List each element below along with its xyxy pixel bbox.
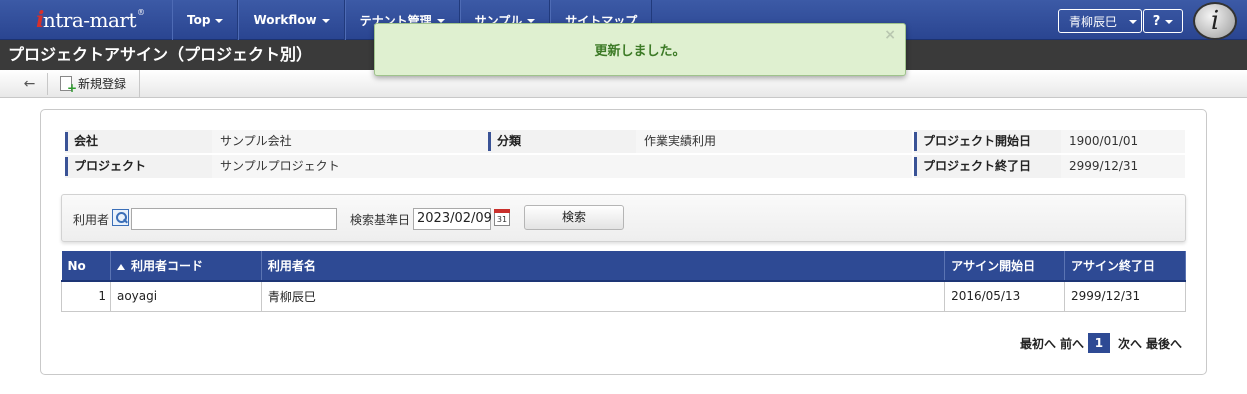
- table-header-row: No 利用者コード 利用者名 アサイン開始日 アサイン終了日: [61, 251, 1186, 282]
- menu-top[interactable]: Top: [172, 0, 239, 40]
- user-menu-button[interactable]: 青柳辰巳: [1058, 9, 1142, 33]
- menu-top-label: Top: [187, 13, 211, 27]
- help-label: ?: [1152, 13, 1161, 29]
- project-end-value: 2999/12/31: [1061, 155, 1185, 178]
- new-document-icon: [60, 76, 77, 95]
- company-value: サンプル会社: [212, 130, 488, 153]
- assignment-table: No 利用者コード 利用者名 アサイン開始日 アサイン終了日 1 aoyagi …: [61, 251, 1186, 312]
- pager-first[interactable]: 最初へ: [1020, 335, 1056, 352]
- new-register-label: 新規登録: [78, 77, 127, 91]
- project-info: 会社 サンプル会社 分類 作業実績利用 プロジェクト開始日 1900/01/01…: [65, 130, 1185, 180]
- info-badge-icon[interactable]: i: [1193, 2, 1237, 40]
- toast-message: 更新しました。: [594, 44, 686, 59]
- info-badge-letter: i: [1210, 6, 1220, 36]
- menu-workflow[interactable]: Workflow: [238, 0, 345, 40]
- calendar-icon[interactable]: 31: [494, 209, 510, 226]
- project-start-value: 1900/01/01: [1061, 130, 1185, 153]
- chevron-down-icon: [321, 19, 330, 23]
- new-register-button[interactable]: 新規登録: [50, 70, 140, 97]
- chevron-down-icon: [1165, 20, 1174, 24]
- search-button[interactable]: 検索: [524, 205, 624, 230]
- category-label: 分類: [488, 130, 636, 153]
- base-date-input[interactable]: 2023/02/09: [413, 208, 492, 230]
- cell-user-name: 青柳辰巳: [260, 280, 946, 312]
- cell-user-code: aoyagi: [109, 280, 262, 312]
- table-row[interactable]: 1 aoyagi 青柳辰巳 2016/05/13 2999/12/31: [61, 280, 1186, 312]
- main-panel: 会社 サンプル会社 分類 作業実績利用 プロジェクト開始日 1900/01/01…: [40, 109, 1207, 375]
- info-row: プロジェクト サンプルプロジェクト プロジェクト終了日 2999/12/31: [65, 155, 1185, 180]
- project-label: プロジェクト: [65, 155, 212, 178]
- company-label: 会社: [65, 130, 212, 153]
- chevron-down-icon: [215, 19, 224, 23]
- cell-assign-end: 2999/12/31: [1064, 280, 1186, 312]
- pager-next[interactable]: 次へ: [1118, 335, 1142, 352]
- header-assign-start[interactable]: アサイン開始日: [944, 251, 1066, 282]
- cell-assign-start: 2016/05/13: [944, 280, 1066, 312]
- user-name: 青柳辰巳: [1069, 14, 1118, 29]
- user-search-input[interactable]: [131, 208, 337, 230]
- project-value: サンプルプロジェクト: [212, 155, 912, 178]
- intra-mart-logo[interactable]: i ntra-mart ®: [0, 0, 172, 40]
- back-button[interactable]: ←: [12, 73, 48, 95]
- menu-workflow-label: Workflow: [253, 13, 317, 27]
- help-menu-button[interactable]: ?: [1143, 9, 1183, 33]
- arrow-left-icon: ←: [23, 76, 36, 92]
- close-icon[interactable]: ×: [884, 27, 896, 43]
- pager-last[interactable]: 最後へ: [1146, 335, 1182, 352]
- header-no: No: [61, 251, 111, 282]
- pager-current-page[interactable]: 1: [1087, 333, 1110, 353]
- logo-registered-mark: ®: [137, 7, 145, 17]
- pager-prev[interactable]: 前へ: [1060, 335, 1084, 352]
- project-start-label: プロジェクト開始日: [914, 130, 1061, 153]
- header-user-code[interactable]: 利用者コード: [110, 251, 262, 282]
- category-value: 作業実績利用: [636, 130, 912, 153]
- header-assign-end[interactable]: アサイン終了日: [1064, 251, 1186, 282]
- project-end-label: プロジェクト終了日: [914, 155, 1061, 178]
- logo-text: ntra-mart: [42, 8, 137, 32]
- success-toast: 更新しました。 ×: [374, 23, 906, 76]
- sort-ascending-icon: [116, 264, 125, 270]
- header-user-name[interactable]: 利用者名: [261, 251, 946, 282]
- search-icon[interactable]: [112, 209, 129, 226]
- pagination: 最初へ 前へ 1 次へ 最後へ: [1016, 333, 1182, 353]
- search-form: 利用者 検索基準日 2023/02/09 31 検索: [61, 194, 1186, 242]
- header-user-code-label: 利用者コード: [130, 259, 203, 273]
- base-date-label: 検索基準日: [350, 213, 411, 227]
- info-row: 会社 サンプル会社 分類 作業実績利用 プロジェクト開始日 1900/01/01: [65, 130, 1185, 155]
- user-search-label: 利用者: [73, 213, 110, 227]
- cell-no: 1: [61, 280, 111, 312]
- chevron-down-icon: [1129, 20, 1138, 24]
